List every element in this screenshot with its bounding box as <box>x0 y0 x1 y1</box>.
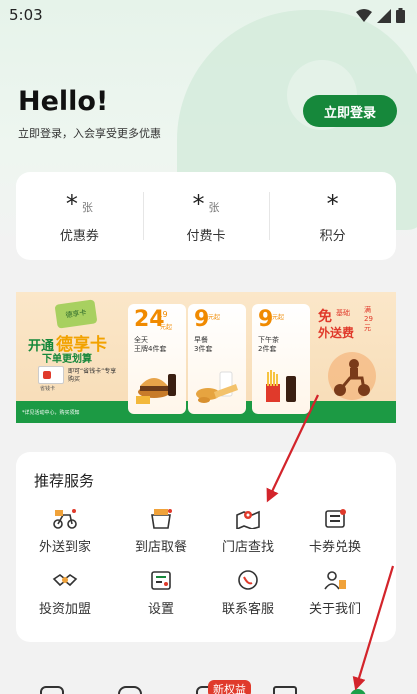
delivery-basic: 基础 <box>336 309 350 317</box>
nav-home-icon[interactable] <box>40 686 64 694</box>
nav-new-benefits-badge: 新权益 <box>208 680 251 694</box>
service-customer-support[interactable]: 联系客服 <box>202 568 294 622</box>
service-label: 联系客服 <box>221 602 274 617</box>
free-delivery-card: 免 基础 满 29 元 外送费 <box>316 304 388 414</box>
stat-unit: 张 <box>208 200 220 214</box>
stat-label: 付费卡 <box>186 228 226 244</box>
wifi-icon <box>356 8 372 22</box>
banner-subtitle: 下单更划算 <box>42 354 92 365</box>
deal-price-unit: 元起 <box>208 314 221 321</box>
banner-footnote: *详见活动中心，购买须知 <box>22 410 80 416</box>
membership-card-image: 德享卡 <box>54 299 98 329</box>
banner-card-name: 即可“省钱卡”专享购买 <box>68 368 117 383</box>
stat-value: * <box>192 189 205 218</box>
deal-price-fraction: .9 <box>160 310 168 319</box>
coupon-exchange-icon <box>322 506 348 530</box>
deal-card-afternoon-tea: 9 元起 下午茶 2件套 <box>252 304 310 414</box>
handshake-icon <box>52 568 78 592</box>
deal-price-unit: 元起 <box>160 324 173 331</box>
promo-banner[interactable]: 德享卡 开通 德享卡 下单更划算 即可“省钱卡”专享购买 省钱卡 *详见活动中心… <box>16 292 396 423</box>
stat-paid-cards[interactable]: * 张 付费卡 <box>142 172 270 260</box>
deal-card-breakfast: 9 元起 早餐 3件套 <box>188 304 246 414</box>
service-settings[interactable]: 设置 <box>115 568 207 622</box>
recommended-services-card: 推荐服务 外送到家 到店取餐 门店查找 卡券兑换 投资加盟 设置 联系客服 关于… <box>16 452 396 642</box>
delivery-fee: 外送费 <box>318 326 355 340</box>
service-pickup[interactable]: 到店取餐 <box>115 506 207 560</box>
deal-name: 全天 王牌4件套 <box>134 336 167 353</box>
deal-name: 下午茶 2件套 <box>258 336 279 353</box>
service-label: 设置 <box>147 602 174 617</box>
service-label: 门店查找 <box>221 540 274 555</box>
service-delivery[interactable]: 外送到家 <box>19 506 111 560</box>
stat-points[interactable]: * 积分 <box>269 172 396 260</box>
battery-icon <box>396 8 405 23</box>
service-label: 卡券兑换 <box>308 540 361 555</box>
store-map-icon <box>235 506 261 530</box>
delivery-free: 免 <box>318 309 332 325</box>
service-label: 到店取餐 <box>134 540 187 555</box>
deal-price-unit: 元起 <box>272 314 285 321</box>
nav-orders-icon[interactable] <box>273 686 297 694</box>
services-title: 推荐服务 <box>34 472 95 490</box>
deal-card-allday: 24 .9 元起 全天 王牌4件套 <box>128 304 186 414</box>
stat-coupons[interactable]: * 张 优惠券 <box>16 172 143 260</box>
nav-menu-icon[interactable] <box>118 686 142 694</box>
delivery-threshold: 满 29 元 <box>364 306 373 332</box>
service-label: 外送到家 <box>38 540 91 555</box>
service-about-us[interactable]: 关于我们 <box>289 568 381 622</box>
member-stats-card: * 张 优惠券 * 张 付费卡 * 积分 <box>16 172 396 260</box>
cellular-signal-icon <box>377 8 391 23</box>
service-franchise[interactable]: 投资加盟 <box>19 568 111 622</box>
deal-name: 早餐 3件套 <box>194 336 213 353</box>
status-icons <box>356 8 405 23</box>
stat-label: 优惠券 <box>59 228 99 244</box>
saver-card-thumbnail <box>38 366 64 384</box>
stat-value: * <box>65 189 78 218</box>
service-store-finder[interactable]: 门店查找 <box>202 506 294 560</box>
stat-label: 积分 <box>319 228 346 244</box>
stat-value: * <box>326 189 339 218</box>
login-button[interactable]: 立即登录 <box>303 95 397 127</box>
greeting-title: Hello! <box>18 86 109 117</box>
pickup-bag-icon <box>148 506 174 530</box>
burger-meal-image <box>136 374 176 404</box>
customer-service-icon <box>235 568 261 592</box>
fries-drink-image <box>266 370 296 402</box>
status-bar: 5:03 <box>0 0 417 32</box>
settings-icon <box>148 568 174 592</box>
delivery-scooter-icon <box>52 506 78 530</box>
stat-unit: 张 <box>81 200 93 214</box>
service-label: 关于我们 <box>308 602 361 617</box>
breakfast-meal-image <box>196 371 238 403</box>
banner-card-sub: 省钱卡 <box>40 386 56 392</box>
login-subtitle: 立即登录，入会享受更多优惠 <box>18 127 161 140</box>
about-us-icon <box>322 568 348 592</box>
service-coupon-exchange[interactable]: 卡券兑换 <box>289 506 381 560</box>
status-time: 5:03 <box>9 6 43 24</box>
delivery-rider-image <box>328 352 376 400</box>
service-label: 投资加盟 <box>38 602 91 617</box>
